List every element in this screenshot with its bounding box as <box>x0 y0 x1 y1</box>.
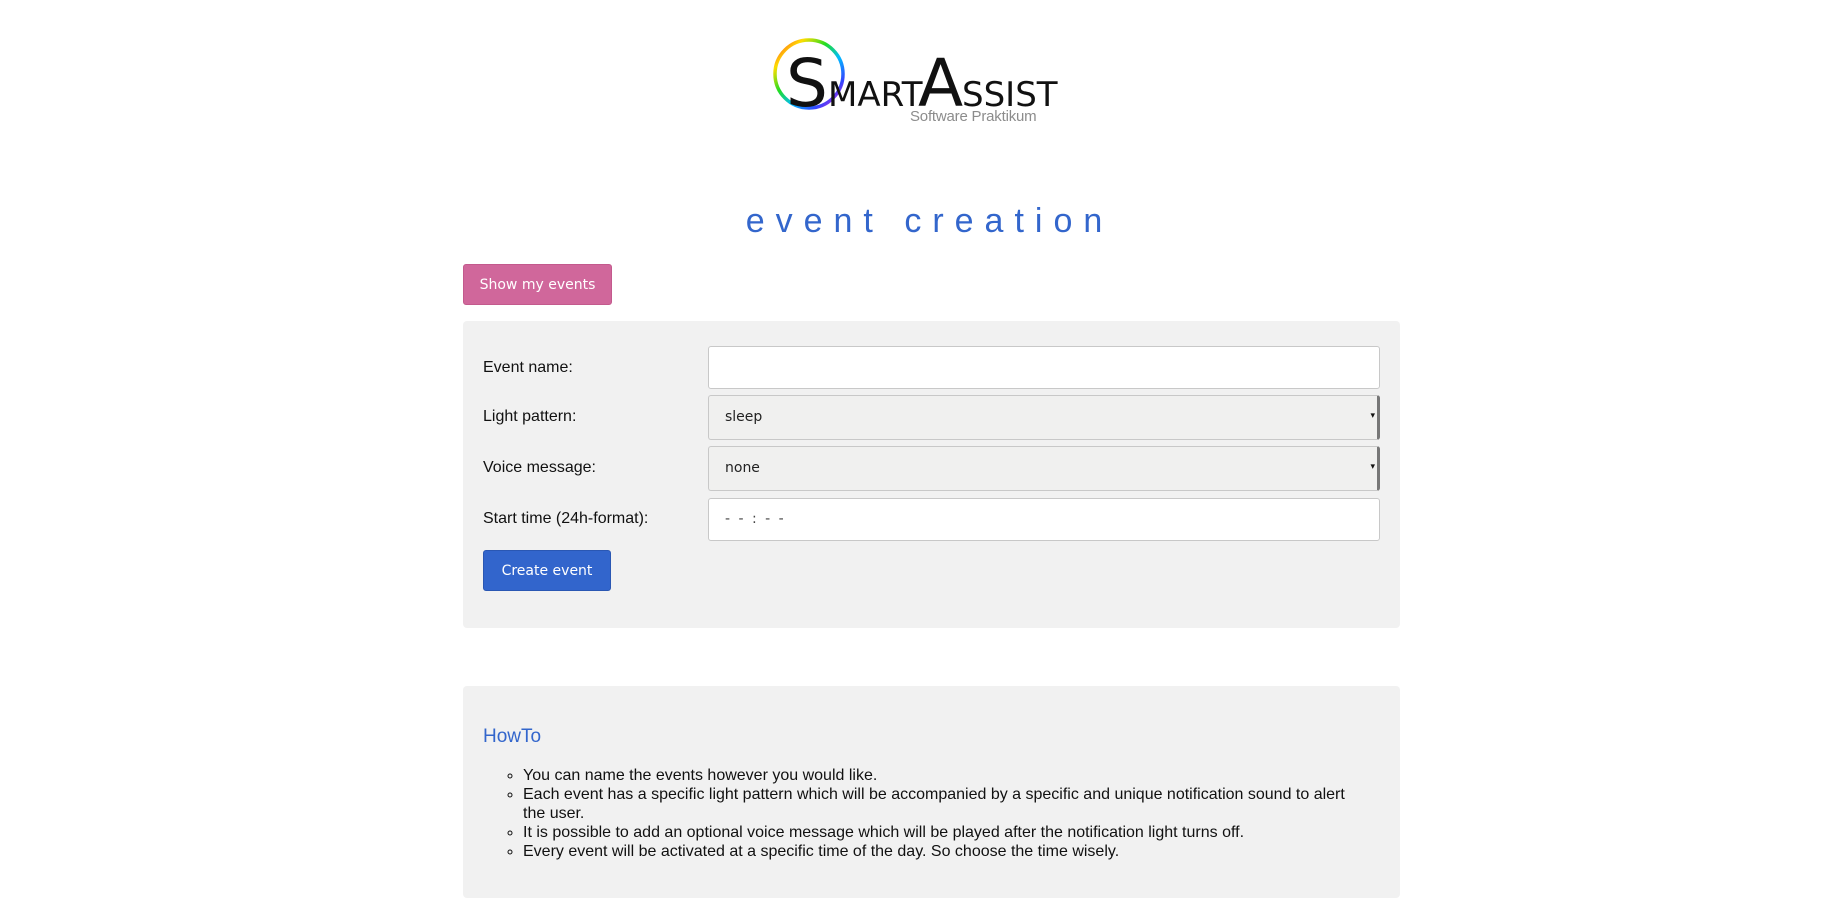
light-pattern-value: sleep <box>725 409 763 425</box>
logo-subtitle: Software Praktikum <box>910 108 1037 125</box>
light-pattern-select[interactable]: sleep ▾ <box>708 395 1380 440</box>
voice-message-label: Voice message: <box>483 459 596 476</box>
howto-item: Each event has a specific light pattern … <box>523 785 1363 823</box>
smartassist-logo: S MART A SSIST Software Praktikum <box>772 30 1072 140</box>
show-my-events-button[interactable]: Show my events <box>463 264 612 305</box>
howto-item: It is possible to add an optional voice … <box>523 823 1363 842</box>
howto-title: HowTo <box>483 726 542 747</box>
logo-text-mart: MART <box>828 75 923 115</box>
event-name-input[interactable] <box>708 346 1380 389</box>
voice-message-select[interactable]: none ▾ <box>708 446 1380 491</box>
start-time-input[interactable]: - - : - - <box>708 498 1380 541</box>
page-title: event creation <box>745 202 1114 240</box>
voice-message-value: none <box>725 460 760 476</box>
chevron-down-icon: ▾ <box>1370 411 1375 421</box>
logo-letter-s: S <box>786 45 828 122</box>
create-event-button[interactable]: Create event <box>483 550 611 591</box>
start-time-placeholder: - - : - - <box>725 511 786 527</box>
event-name-label: Event name: <box>483 359 573 376</box>
light-pattern-label: Light pattern: <box>483 408 577 425</box>
event-form-panel: Event name: Light pattern: sleep ▾ Voice… <box>463 321 1400 628</box>
chevron-down-icon: ▾ <box>1370 462 1375 472</box>
start-time-label: Start time (24h-format): <box>483 510 649 527</box>
howto-list: You can name the events however you woul… <box>483 766 1363 861</box>
howto-panel: HowTo You can name the events however yo… <box>463 686 1400 898</box>
howto-item: Every event will be activated at a speci… <box>523 842 1363 861</box>
howto-item: You can name the events however you woul… <box>523 766 1363 785</box>
